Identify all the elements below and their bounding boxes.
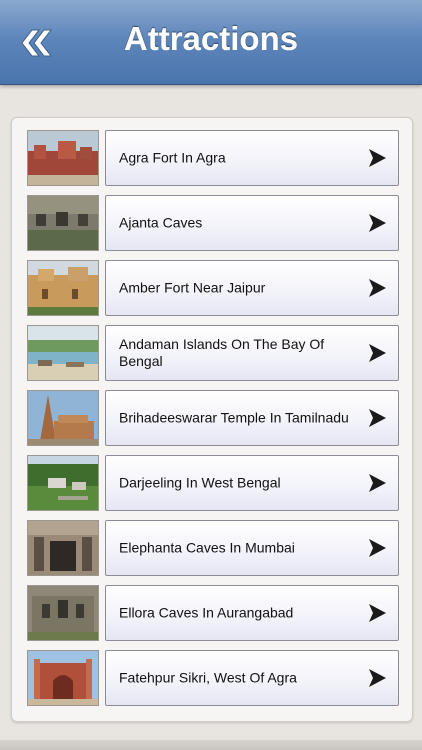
- attraction-button[interactable]: Fatehpur Sikri, West Of Agra: [105, 650, 399, 706]
- attraction-button[interactable]: Darjeeling In West Bengal: [105, 455, 399, 511]
- list-item[interactable]: Elephanta Caves In Mumbai: [27, 520, 399, 576]
- attraction-label: Amber Fort Near Jaipur: [119, 279, 266, 296]
- attraction-button[interactable]: Brihadeeswarar Temple In Tamilnadu: [105, 390, 399, 446]
- chevron-right-icon: [369, 279, 386, 297]
- attraction-button[interactable]: Amber Fort Near Jaipur: [105, 260, 399, 316]
- list-item[interactable]: Andaman Islands On The Bay Of Bengal: [27, 325, 399, 381]
- chevron-right-icon: [369, 214, 386, 232]
- attraction-label: Fatehpur Sikri, West Of Agra: [119, 669, 297, 686]
- list-item[interactable]: Ellora Caves In Aurangabad: [27, 585, 399, 641]
- attraction-label: Brihadeeswarar Temple In Tamilnadu: [119, 409, 349, 426]
- chevron-right-icon: [369, 539, 386, 557]
- list-item[interactable]: Ajanta Caves: [27, 195, 399, 251]
- attraction-label: Andaman Islands On The Bay Of Bengal: [119, 336, 325, 369]
- list-item[interactable]: Darjeeling In West Bengal: [27, 455, 399, 511]
- attraction-label: Agra Fort In Agra: [119, 149, 226, 166]
- list-item[interactable]: Agra Fort In Agra: [27, 130, 399, 186]
- attraction-button[interactable]: Agra Fort In Agra: [105, 130, 399, 186]
- thumbnail-image: [27, 130, 99, 186]
- thumbnail-image: [27, 390, 99, 446]
- list-item[interactable]: Fatehpur Sikri, West Of Agra: [27, 650, 399, 706]
- thumbnail-image: [27, 585, 99, 641]
- chevron-right-icon: [369, 344, 386, 362]
- thumbnail-image: [27, 650, 99, 706]
- nav-header: Attractions: [0, 0, 422, 85]
- thumbnail-image: [27, 325, 99, 381]
- attraction-label: Ajanta Caves: [119, 214, 203, 231]
- chevron-right-icon: [369, 149, 386, 167]
- attraction-button[interactable]: Ellora Caves In Aurangabad: [105, 585, 399, 641]
- list-item[interactable]: Amber Fort Near Jaipur: [27, 260, 399, 316]
- thumbnail-image: [27, 455, 99, 511]
- list-item[interactable]: Brihadeeswarar Temple In Tamilnadu: [27, 390, 399, 446]
- chevron-right-icon: [369, 604, 386, 622]
- bottom-bar: [0, 740, 422, 750]
- chevron-right-icon: [369, 409, 386, 427]
- attractions-list: Agra Fort In Agra Ajanta Caves Amber For…: [11, 117, 413, 722]
- page-title: Attractions: [123, 20, 299, 57]
- thumbnail-image: [27, 520, 99, 576]
- attraction-button[interactable]: Ajanta Caves: [105, 195, 399, 251]
- attraction-label: Ellora Caves In Aurangabad: [119, 604, 294, 621]
- thumbnail-image: [27, 195, 99, 251]
- chevron-right-icon: [369, 474, 386, 492]
- attraction-label: Darjeeling In West Bengal: [119, 474, 281, 491]
- attraction-button[interactable]: Andaman Islands On The Bay Of Bengal: [105, 325, 399, 381]
- thumbnail-image: [27, 260, 99, 316]
- attraction-label: Elephanta Caves In Mumbai: [119, 539, 295, 556]
- attraction-button[interactable]: Elephanta Caves In Mumbai: [105, 520, 399, 576]
- chevron-right-icon: [369, 669, 386, 687]
